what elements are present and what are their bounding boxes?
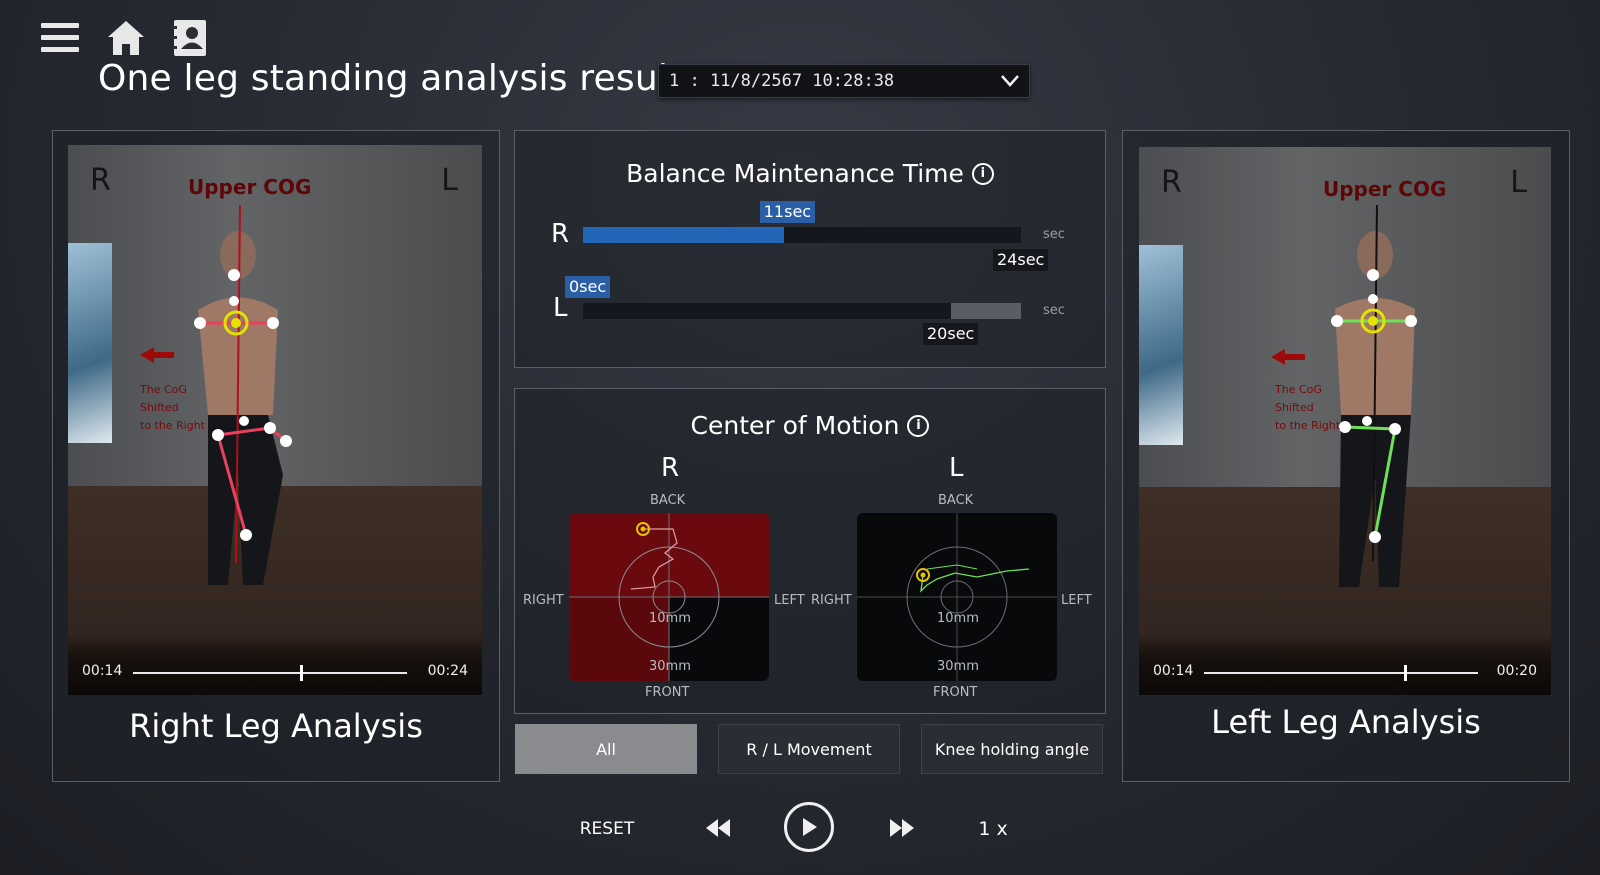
page-title: One leg standing analysis result <box>98 58 683 99</box>
com-r-left: LEFT <box>774 593 805 608</box>
com-r-right: RIGHT <box>523 593 564 608</box>
speed-button[interactable]: 1 x <box>968 814 1018 844</box>
seek-track[interactable] <box>133 672 407 674</box>
time-current: 00:14 <box>82 663 123 679</box>
com-l-front: FRONT <box>933 685 978 700</box>
left-leg-panel: R L Upper COG The CoG Shifted to the Rig… <box>1122 130 1570 782</box>
cog-note: The CoG Shifted to the Right <box>1275 383 1341 432</box>
seek-thumb[interactable] <box>1404 665 1408 681</box>
seek-thumb[interactable] <box>300 665 304 681</box>
balance-title: Balance Maintenance Time i <box>515 159 1105 188</box>
menu-icon[interactable] <box>40 18 80 58</box>
fast-forward-icon <box>890 819 914 837</box>
info-icon[interactable]: i <box>907 414 930 437</box>
balance-fill-r <box>583 227 784 243</box>
balance-bar-l <box>583 303 1021 319</box>
tab-knee-holding-angle[interactable]: Knee holding angle <box>921 724 1103 774</box>
com-r-outer: 30mm <box>649 659 691 674</box>
left-leg-analysis-label: Left Leg Analysis <box>1211 703 1481 741</box>
seek-track[interactable] <box>1204 672 1478 674</box>
com-side-l: L <box>949 453 964 483</box>
balance-unit-l: sec <box>1043 303 1065 318</box>
cog-note: The CoG Shifted to the Right <box>140 383 206 432</box>
right-leg-panel: R L Upper COG The CoG Shifted to the Rig… <box>52 130 500 782</box>
com-l-left: LEFT <box>1061 593 1092 608</box>
com-r-back: BACK <box>650 493 686 508</box>
skeleton-overlay <box>1271 204 1417 587</box>
video-timeline: 00:14 00:20 <box>1139 633 1551 695</box>
side-label-r: R <box>1161 165 1182 200</box>
home-icon[interactable] <box>106 18 146 58</box>
video-timeline: 00:14 00:24 <box>68 633 482 695</box>
tab-all[interactable]: All <box>515 724 697 774</box>
left-leg-video[interactable]: R L Upper COG The CoG Shifted to the Rig… <box>1139 147 1551 695</box>
com-l-outer: 30mm <box>937 659 979 674</box>
balance-value-l: 0sec <box>565 276 611 298</box>
session-value: 1 : 11/8/2567 10:28:38 <box>669 71 895 91</box>
side-label-l: L <box>441 163 458 198</box>
play-button[interactable] <box>784 802 834 852</box>
side-label-r: R <box>90 163 111 198</box>
rewind-button[interactable] <box>702 812 734 844</box>
rewind-icon <box>706 819 730 837</box>
upper-cog-label: Upper COG <box>1323 177 1447 201</box>
balance-bar-r <box>583 227 1021 243</box>
info-icon[interactable]: i <box>971 162 994 185</box>
balance-side-r: R <box>551 219 570 249</box>
com-l-inner: 10mm <box>937 611 979 626</box>
reset-button[interactable]: RESET <box>572 814 642 844</box>
balance-total-l: 20sec <box>923 323 979 345</box>
upper-cog-label: Upper COG <box>188 175 312 199</box>
skeleton-overlay <box>140 204 292 585</box>
com-plot-left <box>857 513 1057 681</box>
time-total: 00:20 <box>1496 663 1537 679</box>
chevron-down-icon <box>999 69 1021 96</box>
com-l-right: RIGHT <box>811 593 852 608</box>
balance-panel: Balance Maintenance Time i R sec 11sec 2… <box>514 130 1106 368</box>
balance-value-r: 11sec <box>759 201 816 223</box>
com-side-r: R <box>661 453 680 483</box>
com-panel: Center of Motion i R BACK RIGHT LEFT FRO… <box>514 388 1106 714</box>
side-label-l: L <box>1510 165 1527 200</box>
right-leg-analysis-label: Right Leg Analysis <box>129 707 423 745</box>
com-title: Center of Motion i <box>515 411 1105 440</box>
time-current: 00:14 <box>1153 663 1194 679</box>
contacts-icon[interactable] <box>170 18 210 58</box>
balance-total-r: 24sec <box>993 249 1049 271</box>
session-select[interactable]: 1 : 11/8/2567 10:28:38 <box>658 64 1030 98</box>
right-leg-video[interactable]: R L Upper COG The CoG Shifted to the Rig… <box>68 145 482 695</box>
com-r-inner: 10mm <box>649 611 691 626</box>
com-r-front: FRONT <box>645 685 690 700</box>
play-icon <box>803 818 817 836</box>
com-plot-right <box>569 513 769 681</box>
fast-forward-button[interactable] <box>886 812 918 844</box>
com-l-back: BACK <box>938 493 974 508</box>
tab-rl-movement[interactable]: R / L Movement <box>718 724 900 774</box>
time-total: 00:24 <box>427 663 468 679</box>
balance-unit-r: sec <box>1043 227 1065 242</box>
